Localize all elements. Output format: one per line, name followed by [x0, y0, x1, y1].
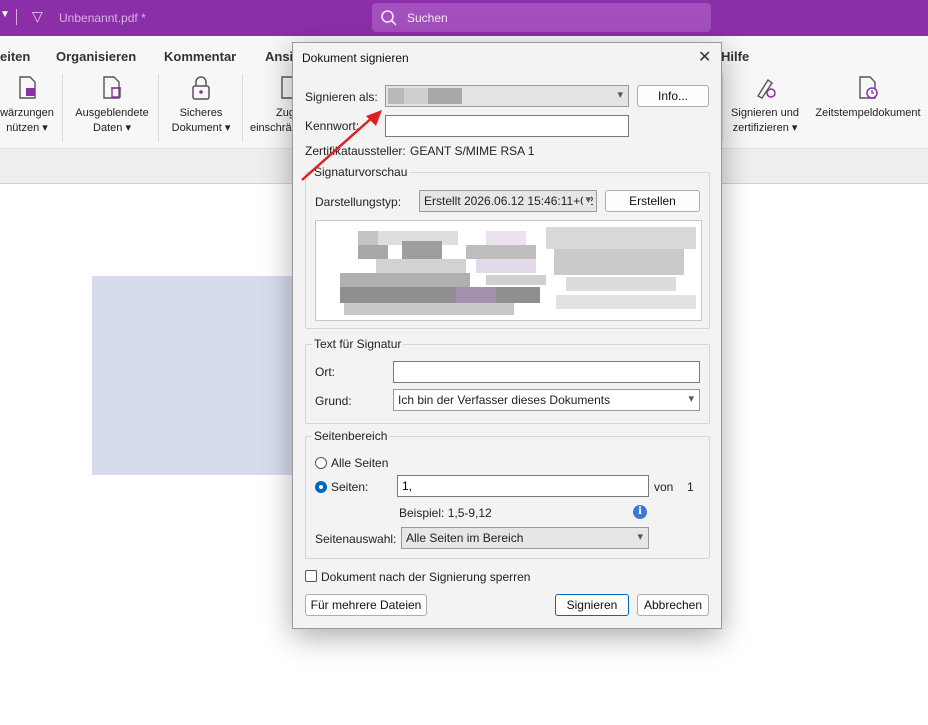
location-input[interactable]: [393, 361, 700, 383]
create-button[interactable]: Erstellen: [605, 190, 700, 212]
all-pages-label[interactable]: Alle Seiten: [331, 456, 388, 470]
document-trash-icon: [103, 76, 121, 99]
restrict-access-label-1: Zug: [276, 107, 295, 119]
padlock-icon: [192, 76, 210, 100]
blurred-identity: [388, 88, 404, 104]
ribbon-separator: [722, 74, 723, 142]
hidden-data-label-2: Daten: [93, 122, 123, 134]
page-select-label: Seitenauswahl:: [315, 532, 397, 546]
lock-after-signing-label[interactable]: Dokument nach der Signierung sperren: [321, 570, 530, 584]
search-icon: [381, 10, 397, 26]
reason-label: Grund:: [315, 394, 352, 408]
ribbon-separator: [158, 74, 159, 142]
document-lock-icon: [19, 76, 36, 99]
display-type-label: Darstellungstyp:: [315, 195, 402, 209]
search-box[interactable]: Suchen: [372, 3, 711, 32]
chevron-down-icon: ▾: [583, 193, 591, 206]
chevron-down-icon: ▾: [122, 122, 131, 134]
page-select-value: Alle Seiten im Bereich: [406, 531, 524, 545]
ribbon-separator: [242, 74, 243, 142]
quick-access-dropdown-icon[interactable]: ▼: [0, 9, 10, 20]
restrict-access-button[interactable]: Zug einschrä: [250, 74, 298, 136]
page-range-title: Seitenbereich: [312, 429, 390, 443]
signature-preview-image: [315, 220, 702, 321]
sign-certify-button[interactable]: Signieren und zertifizieren ▾: [724, 74, 806, 136]
location-label: Ort:: [315, 365, 335, 379]
sign-certify-label-1: Signieren und: [731, 107, 799, 119]
page-count: 1: [687, 480, 694, 494]
tab-hilfe[interactable]: Hilfe: [721, 49, 749, 64]
display-type-value: Erstellt 2026.06.12 15:46:11+02: [424, 194, 594, 208]
hidden-data-button[interactable]: Ausgeblendete Daten ▾: [70, 74, 154, 136]
blurred-identity: [428, 88, 462, 104]
signature-text-group: Text für Signatur: [305, 337, 710, 424]
sign-as-dropdown[interactable]: ▾: [385, 85, 629, 107]
reason-value: Ich bin der Verfasser dieses Dokuments: [398, 393, 611, 407]
pages-radio[interactable]: [315, 481, 327, 493]
customize-toolbar-icon[interactable]: ▽: [32, 8, 43, 25]
document-filename: Unbenannt.pdf *: [59, 11, 146, 25]
pen-certificate-icon: [756, 78, 776, 99]
timestamp-document-label: Zeitstempeldokument: [815, 107, 921, 119]
display-type-dropdown[interactable]: Erstellt 2026.06.12 15:46:11+02 ▾: [419, 190, 597, 212]
restrict-access-label-2: einschrä: [250, 122, 292, 134]
chevron-down-icon: ▾: [688, 393, 694, 405]
chevron-down-icon: ▾: [221, 122, 231, 134]
chevron-down-icon: ▾: [788, 122, 798, 134]
issuer-value: GEANT S/MIME RSA 1: [410, 144, 535, 158]
sign-certify-label-2: zertifizieren: [732, 122, 789, 134]
signature-text-title: Text für Signatur: [312, 337, 404, 351]
example-hint: Beispiel: 1,5-9,12: [399, 506, 492, 520]
of-label: von: [654, 480, 674, 494]
reason-dropdown[interactable]: Ich bin der Verfasser dieses Dokuments ▾: [393, 389, 700, 411]
title-separator: [16, 9, 17, 25]
blurred-identity: [404, 88, 428, 104]
info-button[interactable]: Info...: [637, 85, 709, 107]
redaction-button[interactable]: wärzungen nützen ▾: [0, 74, 56, 136]
all-pages-radio[interactable]: [315, 457, 327, 469]
tab-organisieren[interactable]: Organisieren: [56, 49, 136, 64]
timestamp-document-button[interactable]: Zeitstempeldokument: [810, 74, 926, 121]
lock-after-signing-checkbox[interactable]: [305, 570, 317, 582]
tab-kommentar[interactable]: Kommentar: [164, 49, 236, 64]
chevron-down-icon: ▾: [39, 122, 48, 134]
pages-label[interactable]: Seiten:: [331, 480, 368, 494]
secure-document-button[interactable]: Sicheres Dokument ▾: [164, 74, 238, 136]
secure-document-label-2: Dokument: [171, 122, 222, 134]
chevron-down-icon: ▾: [637, 531, 643, 543]
close-icon[interactable]: ✕: [698, 47, 711, 67]
hidden-data-label-1: Ausgeblendete: [75, 107, 149, 119]
password-input[interactable]: [385, 115, 629, 137]
sign-button[interactable]: Signieren: [555, 594, 629, 616]
tab-ansicht[interactable]: Ansi: [265, 49, 293, 64]
title-bar: ▼ ▽ Unbenannt.pdf * Suchen: [0, 0, 928, 36]
tab-seiten[interactable]: eiten: [0, 49, 30, 64]
pages-input[interactable]: [397, 475, 649, 497]
annotation-arrow-icon: [301, 110, 382, 181]
secure-document-label-1: Sicheres: [179, 107, 223, 119]
document-clock-icon: [859, 76, 878, 99]
dialog-title: Dokument signieren: [302, 51, 409, 65]
multiple-files-button[interactable]: Für mehrere Dateien: [305, 594, 427, 616]
ribbon-separator: [62, 74, 63, 142]
page-select-dropdown[interactable]: Alle Seiten im Bereich ▾: [401, 527, 649, 549]
info-icon[interactable]: i: [633, 505, 647, 519]
search-placeholder: Suchen: [407, 11, 448, 25]
redaction-label-2: nützen: [6, 122, 40, 134]
redaction-label-1: wärzungen: [0, 107, 54, 119]
page-selection-highlight: [92, 276, 312, 475]
sign-as-label: Signieren als:: [305, 90, 378, 104]
cancel-button[interactable]: Abbrechen: [637, 594, 709, 616]
chevron-down-icon: ▾: [617, 89, 623, 101]
